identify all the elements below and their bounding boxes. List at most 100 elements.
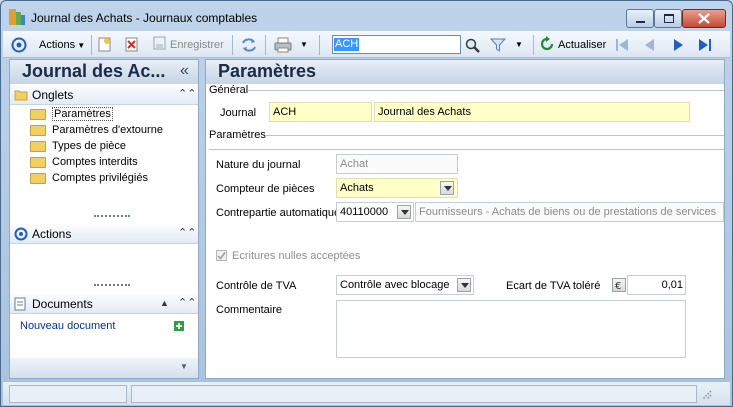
folder-icon <box>30 141 46 152</box>
left-navigation-panel: Journal des Ac... « Onglets ⌃⌃ Paramètre… <box>9 59 199 379</box>
nature-journal-field: Achat <box>336 154 458 174</box>
filter-icon[interactable] <box>489 35 507 55</box>
collapse-section-icon[interactable]: ⌃⌃ <box>178 226 196 239</box>
save-icon <box>153 36 166 50</box>
print-dropdown-icon[interactable]: ▼ <box>300 35 312 55</box>
resize-grip-icon[interactable] <box>701 385 713 403</box>
onglets-section-label: Onglets <box>32 88 74 102</box>
first-record-icon[interactable] <box>614 35 630 55</box>
splitter-grip[interactable] <box>94 215 130 218</box>
new-icon[interactable] <box>98 35 114 55</box>
chevron-down-icon: ▼ <box>75 41 86 50</box>
tab-label: Comptes interdits <box>52 156 138 168</box>
currency-icon[interactable]: € <box>612 278 626 292</box>
ecritures-nulles-label: Ecritures nulles acceptées <box>232 250 361 262</box>
app-icon <box>9 9 25 25</box>
separator <box>533 35 534 55</box>
title-bar[interactable]: Journal des Achats - Journaux comptables <box>1 1 732 31</box>
general-group-label: Général <box>209 84 249 96</box>
svg-text:€: € <box>615 281 621 291</box>
tab-label: Paramètres <box>52 107 113 121</box>
print-icon[interactable] <box>274 35 294 55</box>
last-record-icon[interactable] <box>697 35 713 55</box>
chevron-down-icon[interactable] <box>440 181 454 195</box>
group-divider <box>209 149 724 150</box>
window-title: Journal des Achats - Journaux comptables <box>31 11 258 25</box>
main-content-panel: Paramètres Général Journal ACH Journal d… <box>205 59 725 379</box>
controle-tva-value: Contrôle avec blocage <box>340 279 450 291</box>
collapse-panel-icon[interactable]: « <box>180 62 189 80</box>
splitter-grip[interactable] <box>94 284 130 287</box>
folder-icon <box>30 157 46 168</box>
collapse-section-icon[interactable]: ⌃⌃ <box>178 296 196 309</box>
status-cell <box>9 385 127 403</box>
actions-section-header[interactable]: Actions ⌃⌃ <box>10 224 198 244</box>
contrepartie-label: Contrepartie automatique <box>216 207 341 219</box>
nature-journal-label: Nature du journal <box>216 159 301 171</box>
controle-tva-select[interactable]: Contrôle avec blocage <box>336 275 474 295</box>
ecart-tva-field[interactable]: 0,01 <box>627 275 686 295</box>
filter-dropdown-icon[interactable]: ▼ <box>515 35 527 55</box>
save-label: Enregistrer <box>170 39 224 51</box>
collapse-section-icon[interactable]: ⌃⌃ <box>178 87 196 100</box>
ecart-tva-label: Ecart de TVA toléré <box>506 280 601 292</box>
contrepartie-description: Fournisseurs - Achats de biens ou de pre… <box>415 202 724 222</box>
ecritures-nulles-checkbox[interactable] <box>216 250 227 261</box>
close-icon <box>698 13 710 24</box>
group-divider <box>248 90 724 91</box>
app-window: Journal des Achats - Journaux comptables… <box>0 0 733 407</box>
navigation-icon[interactable] <box>11 35 29 55</box>
tab-label: Types de pièce <box>52 140 126 152</box>
actions-menu-label: Actions <box>39 39 76 51</box>
group-divider <box>266 135 724 136</box>
controle-tva-label: Contrôle de TVA <box>216 280 297 292</box>
open-folder-icon <box>30 109 46 120</box>
sync-icon[interactable] <box>240 35 258 55</box>
left-panel-header: Journal des Ac... « <box>10 60 198 84</box>
journal-name-field[interactable]: Journal des Achats <box>374 102 690 122</box>
refresh-button[interactable]: Actualiser <box>539 35 606 55</box>
folder-icon <box>14 90 28 101</box>
tab-label: Comptes privilégiés <box>52 172 148 184</box>
refresh-icon <box>540 36 554 51</box>
journal-label: Journal <box>220 107 257 119</box>
maximize-button[interactable] <box>654 9 682 28</box>
collapse-up-icon[interactable]: ▲ <box>160 298 169 308</box>
save-button[interactable]: Enregistrer <box>153 35 224 55</box>
next-record-icon[interactable] <box>670 35 686 55</box>
separator <box>265 35 266 55</box>
document-icon <box>14 297 26 311</box>
minimize-button[interactable] <box>626 9 654 28</box>
contrepartie-account-value: 40110000 <box>340 206 389 218</box>
toolbar: Actions ▼ Enregistrer ▼ ACH ▼ Actualiser <box>3 31 730 58</box>
chevron-down-icon[interactable] <box>397 205 411 219</box>
onglets-section-header[interactable]: Onglets ⌃⌃ <box>10 85 198 105</box>
documents-section-header[interactable]: Documents ▲ ⌃⌃ <box>10 294 198 314</box>
previous-record-icon[interactable] <box>642 35 658 55</box>
documents-section-label: Documents <box>32 297 93 311</box>
tab-label: Paramètres d'extourne <box>52 124 163 136</box>
main-panel-header: Paramètres <box>206 60 724 84</box>
close-button[interactable] <box>682 9 726 28</box>
search-input[interactable]: ACH <box>332 35 461 54</box>
new-document-link[interactable]: Nouveau document <box>20 320 115 332</box>
search-icon[interactable] <box>464 35 482 55</box>
delete-icon[interactable] <box>125 35 141 55</box>
commentaire-textarea[interactable] <box>336 300 686 358</box>
left-panel-title: Journal des Ac... <box>22 61 166 81</box>
compteur-pieces-value: Achats <box>340 182 374 194</box>
chevron-down-icon[interactable] <box>457 278 471 292</box>
commentaire-label: Commentaire <box>216 304 283 316</box>
actions-menu-button[interactable]: Actions ▼ <box>39 35 85 55</box>
search-input-value: ACH <box>334 38 360 51</box>
refresh-label: Actualiser <box>558 39 607 51</box>
journal-code-field[interactable]: ACH <box>269 102 372 122</box>
actions-icon <box>14 227 28 241</box>
folder-icon <box>30 125 46 136</box>
checkmark-icon <box>217 252 226 260</box>
add-icon[interactable] <box>174 321 184 331</box>
parametres-group-label: Paramètres <box>209 129 266 141</box>
status-cell <box>131 385 697 403</box>
actions-section-label: Actions <box>32 227 72 241</box>
expand-down-icon[interactable]: ▼ <box>180 362 188 371</box>
